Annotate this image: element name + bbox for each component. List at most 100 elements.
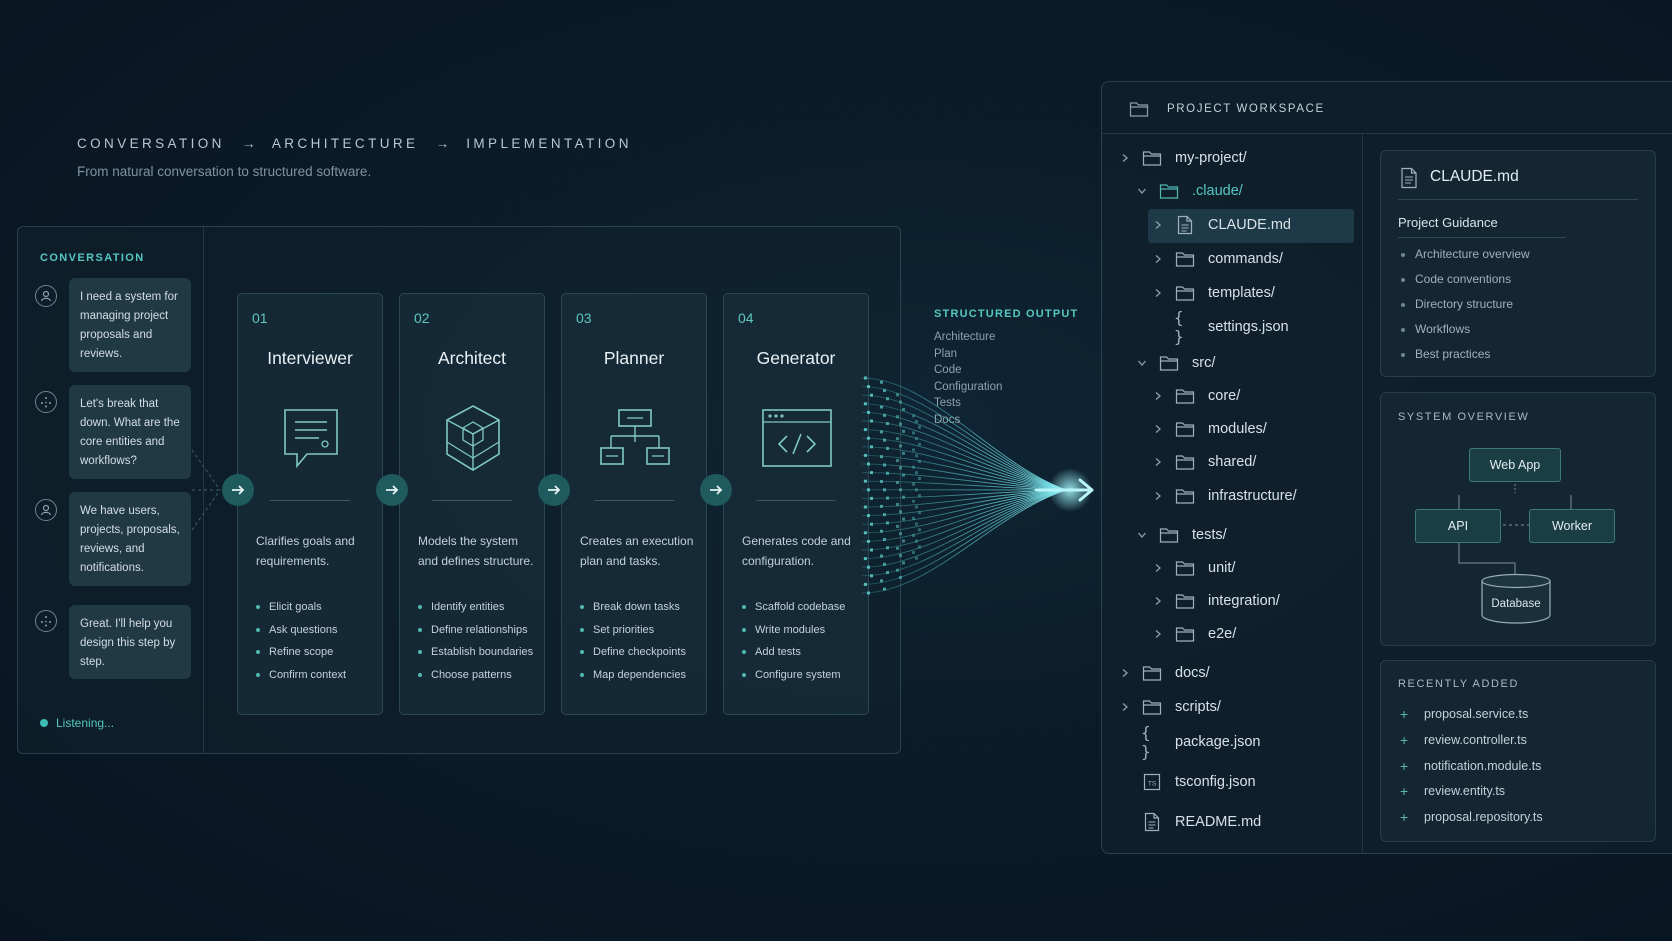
tree-folder[interactable]: infrastructure/ <box>1150 482 1297 510</box>
tree-folder[interactable]: scripts/ <box>1117 693 1221 721</box>
tree-folder[interactable]: templates/ <box>1150 279 1275 307</box>
pipeline-card-architect: 02 Architect Models the system and defin… <box>399 293 545 715</box>
tree-folder[interactable]: my-project/ <box>1117 144 1247 172</box>
tree-item-label: infrastructure/ <box>1208 488 1297 504</box>
tree-folder[interactable]: integration/ <box>1150 587 1280 615</box>
chevron-down-icon[interactable] <box>1134 527 1150 543</box>
card-number: 03 <box>576 310 592 326</box>
stream-particle <box>918 442 921 446</box>
tree-file[interactable]: README.md <box>1117 808 1261 836</box>
stream-particle <box>915 454 918 458</box>
stream-particle <box>883 413 886 417</box>
stream-particle <box>880 380 883 384</box>
chevron-right-icon[interactable] <box>1150 217 1166 233</box>
stream-particle <box>880 430 883 434</box>
json-file-icon: { } <box>1141 723 1151 761</box>
stream-particle <box>915 471 918 475</box>
stream-particle <box>880 579 883 583</box>
message-bubble-user: I need a system for managing project pro… <box>69 278 191 372</box>
tree-folder[interactable]: src/ <box>1134 349 1215 377</box>
tree-file[interactable]: CLAUDE.md <box>1150 211 1291 239</box>
tree-item-label: src/ <box>1192 355 1216 371</box>
stream-line <box>861 386 1067 491</box>
tree-folder[interactable]: .claude/ <box>1134 177 1243 205</box>
stream-particle <box>902 495 905 499</box>
system-node-worker: Worker <box>1529 509 1615 543</box>
tree-folder[interactable]: commands/ <box>1150 245 1283 273</box>
stream-particle <box>902 561 905 565</box>
typescript-file-icon: TS <box>1141 772 1163 792</box>
recent-file-name: notification.module.ts <box>1424 758 1542 773</box>
plus-icon: + <box>1400 809 1409 826</box>
tree-item-label: unit/ <box>1208 560 1236 576</box>
system-overview-card: SYSTEM OVERVIEW Web App API Worker Datab… <box>1380 392 1656 646</box>
tree-file[interactable]: { } package.json <box>1117 723 1260 761</box>
card-divider <box>594 500 674 501</box>
tree-file[interactable]: { } settings.json <box>1150 308 1289 346</box>
card-task-list: Scaffold codebase Write modules Add test… <box>742 596 864 686</box>
stream-particle <box>902 451 905 455</box>
tree-folder[interactable]: core/ <box>1150 382 1240 410</box>
stream-particle <box>886 422 889 426</box>
flow-step-implementation: IMPLEMENTATION <box>466 136 632 151</box>
stream-particle <box>864 557 867 561</box>
stream-particle <box>915 505 918 509</box>
stream-particle <box>912 499 915 503</box>
chevron-down-icon[interactable] <box>1134 183 1150 199</box>
chevron-right-icon[interactable] <box>1117 665 1133 681</box>
tree-item-label: scripts/ <box>1175 699 1221 715</box>
guidance-item: Directory structure <box>1401 292 1530 317</box>
tree-item-label: .claude/ <box>1192 183 1243 199</box>
chevron-right-icon[interactable] <box>1150 593 1166 609</box>
chevron-right-icon[interactable] <box>1150 421 1166 437</box>
recently-added-label: RECENTLY ADDED <box>1398 678 1520 690</box>
folder-icon <box>1174 486 1196 506</box>
card-number: 02 <box>414 310 430 326</box>
stream-particle <box>912 482 915 486</box>
tree-folder[interactable]: shared/ <box>1150 448 1256 476</box>
user-avatar-icon <box>35 285 57 307</box>
tree-folder[interactable]: modules/ <box>1150 415 1267 443</box>
listening-status: Listening... <box>40 716 114 730</box>
stream-particle <box>886 471 889 475</box>
chevron-right-icon[interactable] <box>1150 388 1166 404</box>
stream-particle <box>915 539 918 543</box>
card-task: Map dependencies <box>580 664 702 687</box>
tree-folder[interactable]: unit/ <box>1150 554 1235 582</box>
chevron-right-icon[interactable] <box>1150 626 1166 642</box>
chevron-right-icon[interactable] <box>1150 251 1166 267</box>
card-description: Creates an execution plan and tasks. <box>580 534 694 568</box>
stream-particle <box>864 376 867 380</box>
stream-particle <box>867 385 870 389</box>
chevron-down-icon[interactable] <box>1134 355 1150 371</box>
recent-file[interactable]: + review.controller.ts <box>1400 728 1543 754</box>
recent-file[interactable]: + review.entity.ts <box>1400 779 1543 805</box>
stream-particle <box>912 551 915 555</box>
folder-icon <box>1174 283 1196 303</box>
stream-particle <box>899 532 902 536</box>
chevron-right-icon[interactable] <box>1150 285 1166 301</box>
recent-file[interactable]: + proposal.service.ts <box>1400 702 1543 728</box>
stream-particle <box>867 565 870 569</box>
stream-particle <box>915 522 918 526</box>
chevron-right-icon[interactable] <box>1150 488 1166 504</box>
chevron-right-icon[interactable] <box>1150 454 1166 470</box>
guidance-file-name: CLAUDE.md <box>1430 168 1519 185</box>
tree-folder[interactable]: e2e/ <box>1150 620 1236 648</box>
recent-file[interactable]: + proposal.repository.ts <box>1400 805 1543 831</box>
stream-particle <box>870 522 873 526</box>
stream-particle <box>896 459 899 463</box>
tree-folder[interactable]: docs/ <box>1117 659 1210 687</box>
document-icon <box>1401 167 1417 189</box>
recent-file[interactable]: + notification.module.ts <box>1400 754 1543 780</box>
tree-item-label: docs/ <box>1175 665 1210 681</box>
tree-folder[interactable]: tests/ <box>1134 521 1227 549</box>
chevron-right-icon[interactable] <box>1117 150 1133 166</box>
tree-item-label: e2e/ <box>1208 626 1237 642</box>
stream-particle <box>870 419 873 423</box>
chevron-right-icon[interactable] <box>1117 699 1133 715</box>
chevron-right-icon[interactable] <box>1150 560 1166 576</box>
tree-file[interactable]: TS tsconfig.json <box>1117 768 1256 796</box>
